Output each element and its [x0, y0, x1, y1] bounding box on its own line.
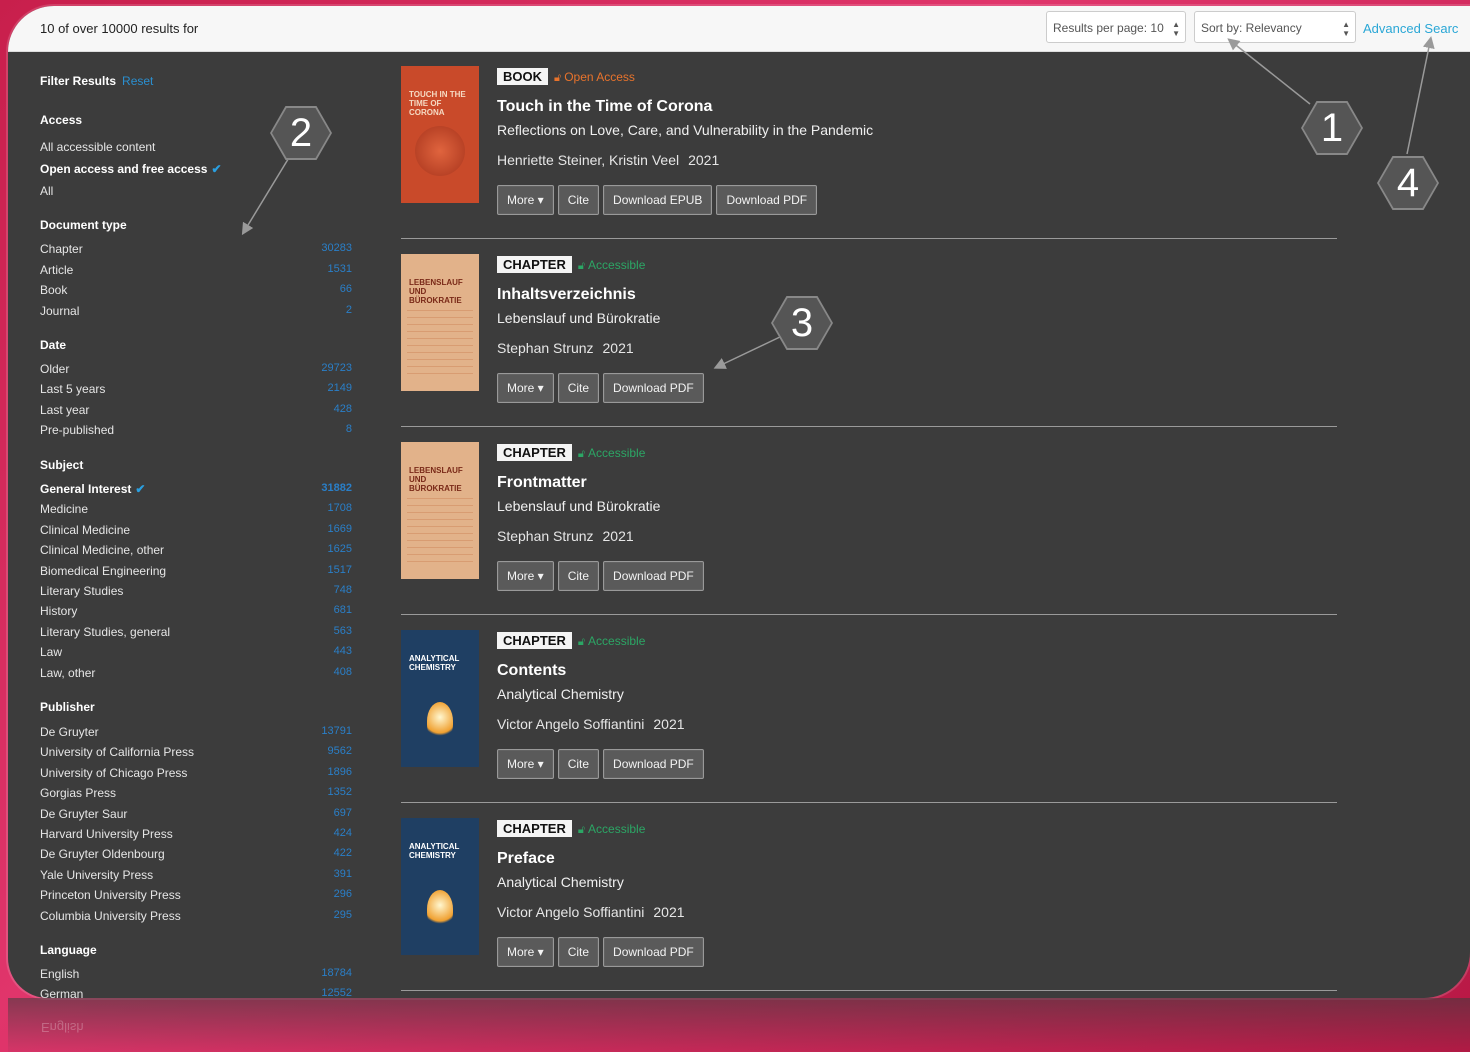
annotation-number: 4: [1396, 161, 1420, 205]
annotation-number: 3: [790, 301, 814, 345]
app-window: 10 of over 10000 results for Results per…: [8, 6, 1470, 998]
arrow-1: [1227, 38, 1311, 105]
arrow-4: [1406, 36, 1435, 155]
annotation-number: 2: [289, 111, 313, 155]
annotation-arrows: [241, 36, 1435, 369]
arrow-2: [241, 155, 291, 236]
annotation-number: 1: [1320, 106, 1344, 150]
reflection-english: English: [41, 1020, 84, 1035]
reflection: English: [8, 998, 1470, 1052]
